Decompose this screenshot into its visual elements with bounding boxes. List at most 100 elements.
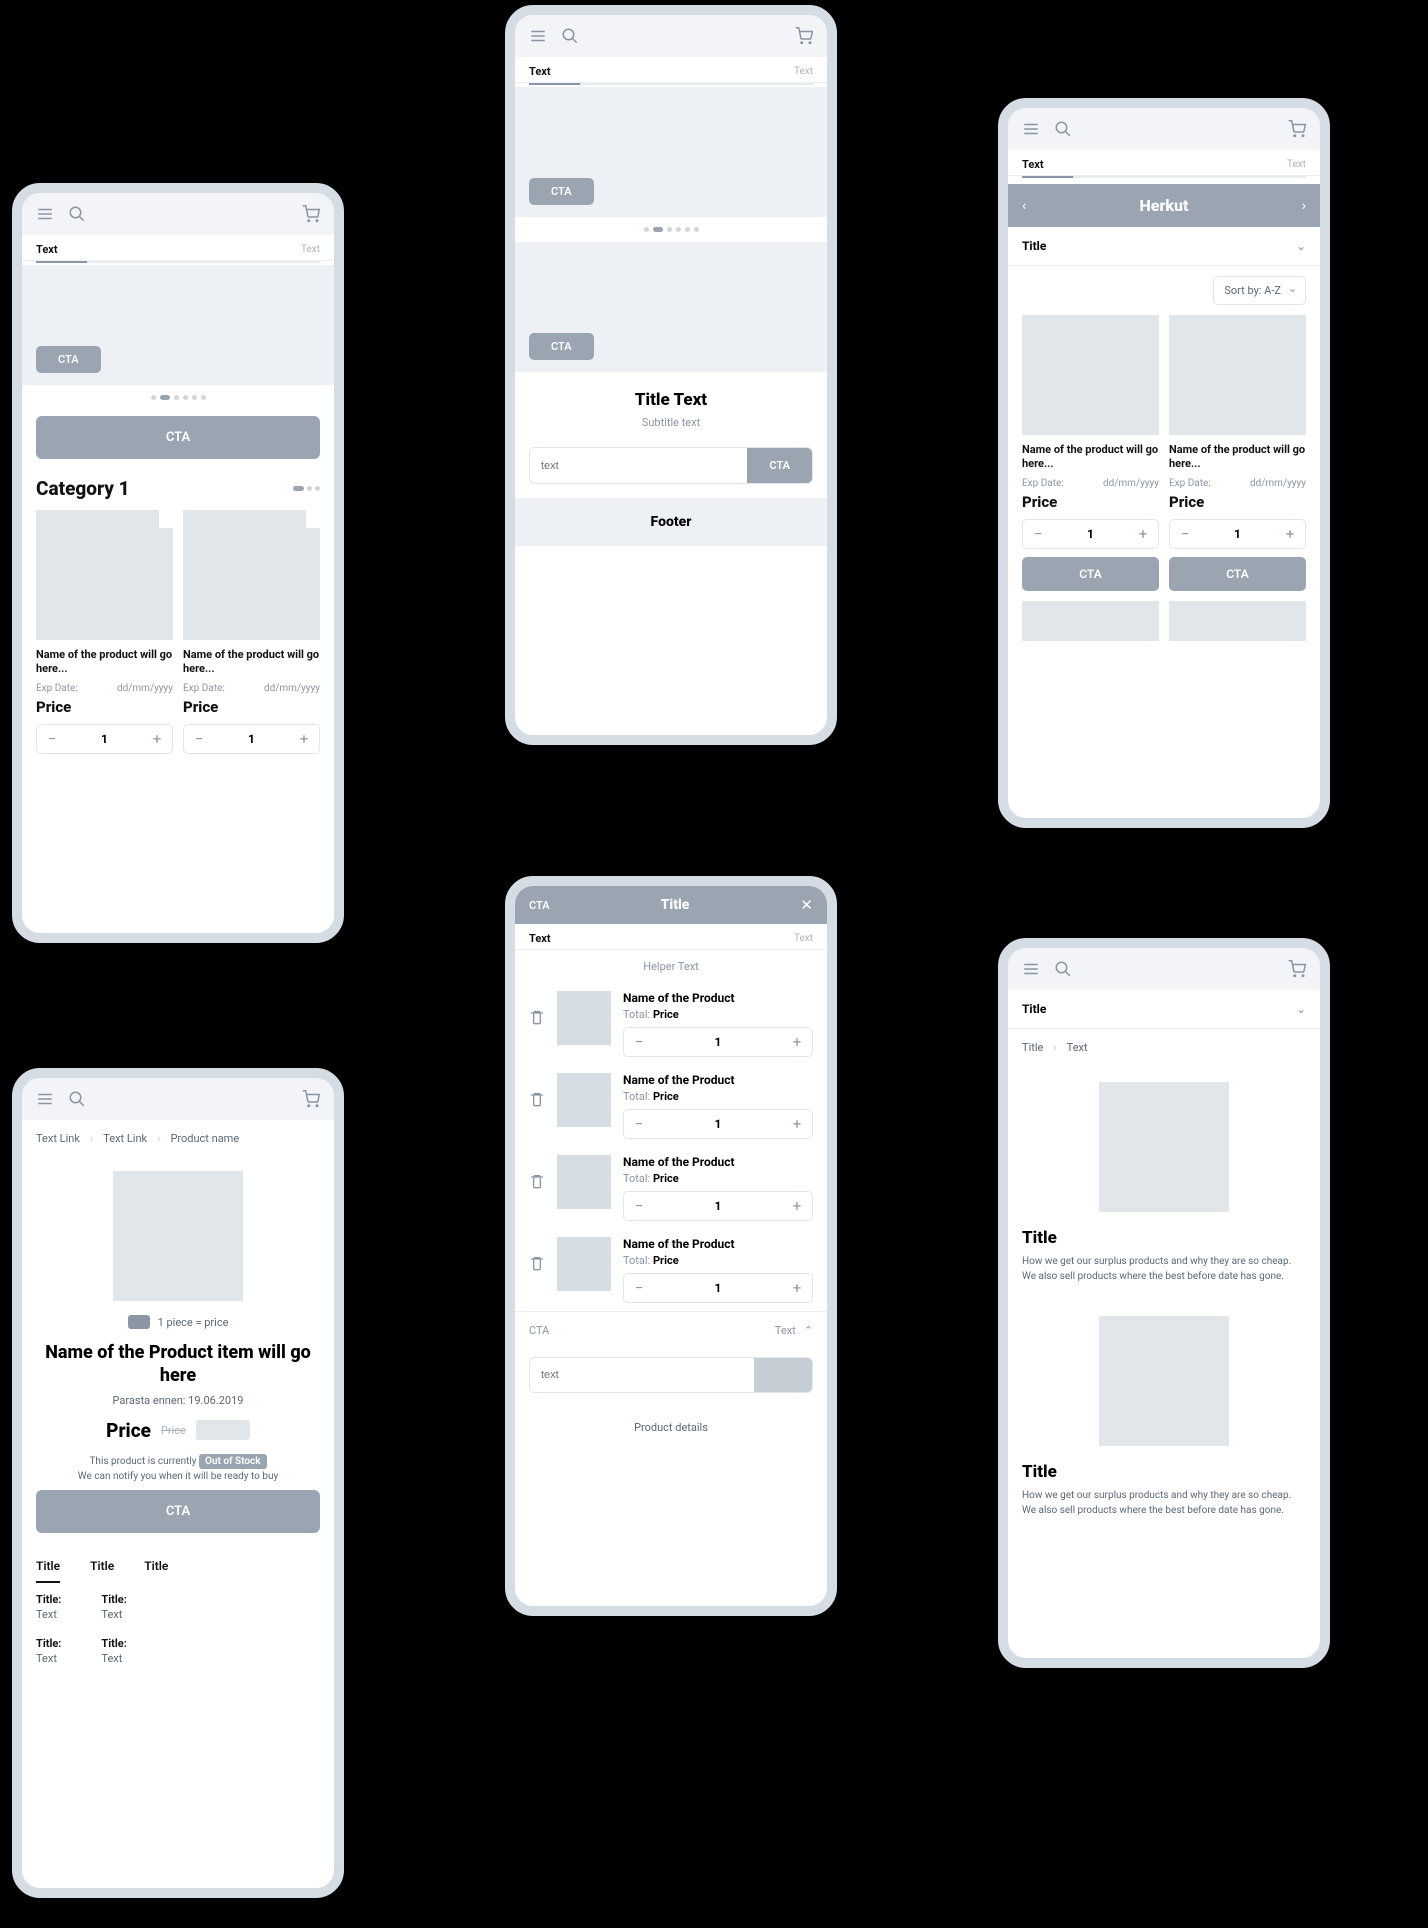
hero-cta-button[interactable]: CTA	[529, 178, 594, 205]
stock-badge: Out of Stock	[199, 1454, 267, 1469]
breadcrumb-current: Product name	[170, 1132, 239, 1145]
main-cta-button[interactable]: CTA	[36, 416, 320, 459]
delete-icon[interactable]	[529, 1255, 545, 1275]
promo-input[interactable]	[530, 1358, 754, 1392]
menu-icon[interactable]	[529, 27, 547, 45]
content-title: Title	[1022, 1462, 1306, 1482]
delete-icon[interactable]	[529, 1009, 545, 1029]
cart-header-cta[interactable]: CTA	[529, 899, 550, 912]
cart-icon[interactable]	[302, 205, 320, 223]
tab[interactable]: Title	[36, 1559, 60, 1583]
product-card[interactable]: Name of the product will go here... Exp …	[36, 510, 173, 754]
screen-home: Text Text CTA CTA Category 1 Name of the…	[12, 183, 344, 943]
sort-select[interactable]: Sort by: A-Z	[1213, 276, 1306, 305]
filter-row[interactable]: Title ⌄	[1008, 227, 1320, 266]
content-text: How we get our surplus products and why …	[1022, 1254, 1306, 1284]
category-bar: ‹ Herkut ›	[1008, 184, 1320, 227]
category-name: Herkut	[1139, 196, 1188, 215]
search-icon[interactable]	[1054, 960, 1072, 978]
search-row[interactable]: Text Text	[515, 57, 827, 83]
summary-cta[interactable]: CTA	[529, 1324, 549, 1337]
product-card[interactable]: Name of the product will go here... Exp …	[1022, 315, 1159, 591]
search-row[interactable]: Text Text	[1008, 150, 1320, 176]
hero-cta-button[interactable]: CTA	[529, 333, 594, 360]
product-details-link[interactable]: Product details	[515, 1407, 827, 1448]
cart-item-image	[557, 1155, 611, 1209]
product-image	[1022, 601, 1159, 641]
minus-button[interactable]: −	[1170, 525, 1200, 543]
quantity-stepper[interactable]: − 1 +	[36, 724, 173, 754]
email-input-combo[interactable]: CTA	[529, 447, 813, 484]
minus-button[interactable]: −	[624, 1279, 654, 1297]
delete-icon[interactable]	[529, 1173, 545, 1193]
add-button[interactable]: CTA	[1169, 557, 1306, 591]
plus-button[interactable]: +	[1275, 525, 1305, 543]
next-arrow-icon[interactable]: ›	[1302, 198, 1306, 214]
cart-item: Name of the Product Total: Price −1+	[515, 983, 827, 1065]
chevron-up-icon[interactable]: ⌃	[804, 1324, 813, 1337]
cart-item: Name of the Product Total: Price −1+	[515, 1147, 827, 1229]
minus-button[interactable]: −	[1023, 525, 1053, 543]
product-card[interactable]: Name of the product will go here... Exp …	[1169, 315, 1306, 591]
cart-item: Name of the Product Total: Price −1+	[515, 1229, 827, 1311]
filter-row[interactable]: Title ⌄	[1008, 990, 1320, 1029]
tab[interactable]: Title	[144, 1559, 168, 1583]
screen-product-detail: Text Link › Text Link › Product name 1 p…	[12, 1068, 344, 1898]
menu-icon[interactable]	[1022, 960, 1040, 978]
apply-button[interactable]	[754, 1358, 812, 1392]
breadcrumb-link[interactable]: Title	[1022, 1041, 1043, 1054]
cart-icon[interactable]	[1288, 120, 1306, 138]
cart-icon[interactable]	[302, 1090, 320, 1108]
notify-button[interactable]: CTA	[36, 1490, 320, 1533]
minus-button[interactable]: −	[624, 1197, 654, 1215]
color-swatch	[128, 1315, 150, 1329]
minus-button[interactable]: −	[624, 1033, 654, 1051]
product-card[interactable]: Name of the product will go here... Exp …	[183, 510, 320, 754]
menu-icon[interactable]	[36, 1090, 54, 1108]
product-name: Name of the product will go here...	[183, 648, 320, 677]
category-title: Category 1	[36, 477, 130, 500]
section-title: Title Text	[529, 390, 813, 410]
breadcrumb-link[interactable]: Text Link	[36, 1132, 80, 1145]
section-subtitle: Subtitle text	[529, 416, 813, 429]
plus-button[interactable]: +	[782, 1279, 812, 1297]
menu-icon[interactable]	[36, 205, 54, 223]
menu-icon[interactable]	[1022, 120, 1040, 138]
hero-cta-button[interactable]: CTA	[36, 346, 101, 373]
footer: Footer	[515, 498, 827, 546]
breadcrumb: Title › Text	[1008, 1029, 1320, 1066]
plus-button[interactable]: +	[142, 730, 172, 748]
search-icon[interactable]	[1054, 120, 1072, 138]
tabs: Title Title Title	[22, 1545, 334, 1583]
plus-button[interactable]: +	[289, 730, 319, 748]
plus-button[interactable]: +	[782, 1197, 812, 1215]
search-icon[interactable]	[561, 27, 579, 45]
breadcrumb-link[interactable]: Text Link	[103, 1132, 147, 1145]
delete-icon[interactable]	[529, 1091, 545, 1111]
minus-button[interactable]: −	[184, 730, 214, 748]
quantity-stepper[interactable]: − 1 +	[183, 724, 320, 754]
submit-button[interactable]: CTA	[747, 448, 812, 483]
cart-icon[interactable]	[795, 27, 813, 45]
close-icon[interactable]: ✕	[800, 896, 813, 914]
cart-icon[interactable]	[1288, 960, 1306, 978]
plus-button[interactable]: +	[782, 1033, 812, 1051]
minus-button[interactable]: −	[37, 730, 67, 748]
prev-arrow-icon[interactable]: ‹	[1022, 198, 1026, 214]
search-row[interactable]: Text Text	[515, 924, 827, 950]
promo-input-combo[interactable]	[529, 1357, 813, 1393]
search-icon[interactable]	[68, 1090, 86, 1108]
cart-item-image	[557, 991, 611, 1045]
email-input[interactable]	[530, 448, 747, 483]
tab[interactable]: Title	[90, 1559, 114, 1583]
piece-price: 1 piece = price	[158, 1316, 229, 1329]
search-icon[interactable]	[68, 205, 86, 223]
minus-button[interactable]: −	[624, 1115, 654, 1133]
product-price: Price	[36, 698, 173, 716]
search-row[interactable]: Text Text	[22, 235, 334, 261]
plus-button[interactable]: +	[1128, 525, 1158, 543]
plus-button[interactable]: +	[782, 1115, 812, 1133]
breadcrumb: Text Link › Text Link › Product name	[22, 1120, 334, 1157]
add-button[interactable]: CTA	[1022, 557, 1159, 591]
content-block: Title How we get our surplus products an…	[1008, 1082, 1320, 1300]
